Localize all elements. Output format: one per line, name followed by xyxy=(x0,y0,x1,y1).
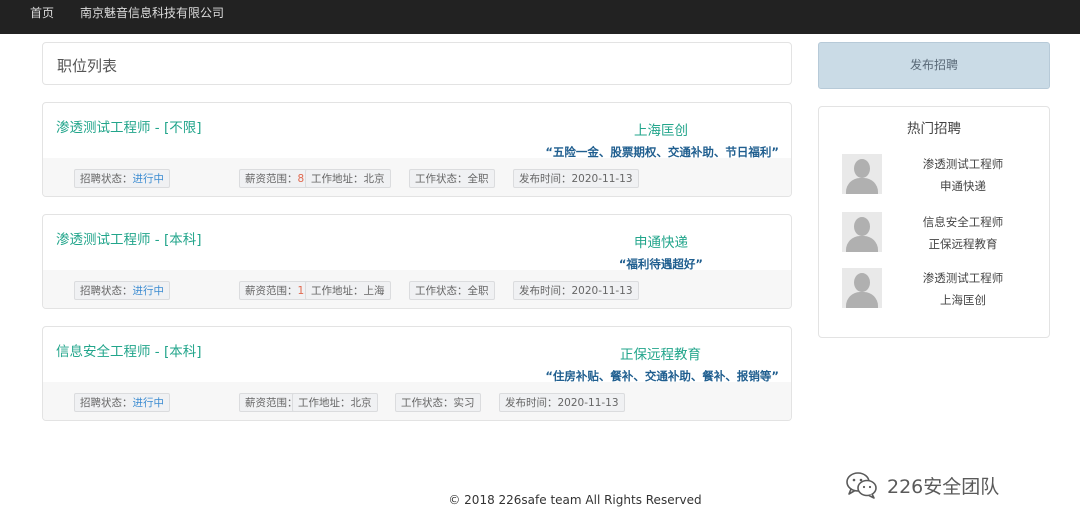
hot-job-company: 申通快递 xyxy=(940,179,986,193)
job-list-header: 职位列表 xyxy=(42,42,792,85)
publish-job-button[interactable]: 发布招聘 xyxy=(818,42,1050,89)
publish-date-tag: 发布时间：2020-11-13 xyxy=(513,281,639,300)
watermark-text: 226安全团队 xyxy=(887,475,1000,498)
job-card: 渗透测试工程师 - [本科] 申通快递 “福利待遇超好” 招聘状态：进行中 薪资… xyxy=(42,214,792,309)
avatar xyxy=(842,268,882,308)
hot-job-item[interactable]: 渗透测试工程师 申通快递 xyxy=(819,154,1049,198)
job-company-link[interactable]: 正保远程教育 xyxy=(620,343,701,363)
hot-jobs-panel: 热门招聘 渗透测试工程师 申通快递 信息安全工程师 正保远程教育 渗透测试工程师… xyxy=(818,106,1050,338)
job-title-link[interactable]: 渗透测试工程师 - [本科] xyxy=(56,228,202,248)
avatar xyxy=(842,212,882,252)
status-tag: 招聘状态：进行中 xyxy=(74,169,170,188)
wechat-icon xyxy=(846,472,877,499)
hot-job-title: 渗透测试工程师 xyxy=(922,271,1004,285)
job-title-link[interactable]: 信息安全工程师 - [本科] xyxy=(56,340,202,360)
job-list-title: 职位列表 xyxy=(57,57,118,75)
worktype-tag: 工作状态：全职 xyxy=(409,281,495,300)
location-tag: 工作地址：北京 xyxy=(305,169,391,188)
hot-jobs-title: 热门招聘 xyxy=(907,121,961,137)
hot-job-company: 上海匡创 xyxy=(940,293,986,307)
hot-job-item[interactable]: 信息安全工程师 正保远程教育 xyxy=(819,212,1049,256)
hot-job-item[interactable]: 渗透测试工程师 上海匡创 xyxy=(819,268,1049,312)
nav-home-link[interactable]: 首页 xyxy=(30,0,54,34)
location-tag: 工作地址：北京 xyxy=(292,393,378,412)
job-card: 信息安全工程师 - [本科] 正保远程教育 “住房补贴、餐补、交通补助、餐补、报… xyxy=(42,326,792,421)
hot-job-company: 正保远程教育 xyxy=(928,237,998,251)
nav-company-link[interactable]: 南京魅音信息科技有限公司 xyxy=(80,0,224,34)
publish-date-tag: 发布时间：2020-11-13 xyxy=(499,393,625,412)
job-card: 渗透测试工程师 - [不限] 上海匡创 “五险一金、股票期权、交通补助、节日福利… xyxy=(42,102,792,197)
status-tag: 招聘状态：进行中 xyxy=(74,393,170,412)
job-company-link[interactable]: 上海匡创 xyxy=(634,119,688,139)
watermark: 226安全团队 xyxy=(845,470,999,500)
job-meta-bar: 招聘状态：进行中 薪资范围：8K-15K 工作地址：北京 工作状态：全职 发布时… xyxy=(43,158,791,196)
top-navbar: 首页 南京魅音信息科技有限公司 xyxy=(0,0,1080,34)
job-meta-bar: 招聘状态：进行中 薪资范围：15-35K 工作地址：上海 工作状态：全职 发布时… xyxy=(43,270,791,308)
hot-job-title: 信息安全工程师 xyxy=(922,215,1004,229)
publish-date-tag: 发布时间：2020-11-13 xyxy=(513,169,639,188)
job-title-link[interactable]: 渗透测试工程师 - [不限] xyxy=(56,116,202,136)
hot-job-title: 渗透测试工程师 xyxy=(922,157,1004,171)
worktype-tag: 工作状态：实习 xyxy=(395,393,481,412)
job-meta-bar: 招聘状态：进行中 薪资范围：4-6k 工作地址：北京 工作状态：实习 发布时间：… xyxy=(43,382,791,420)
location-tag: 工作地址：上海 xyxy=(305,281,391,300)
job-company-link[interactable]: 申通快递 xyxy=(634,231,688,251)
worktype-tag: 工作状态：全职 xyxy=(409,169,495,188)
avatar xyxy=(842,154,882,194)
status-tag: 招聘状态：进行中 xyxy=(74,281,170,300)
